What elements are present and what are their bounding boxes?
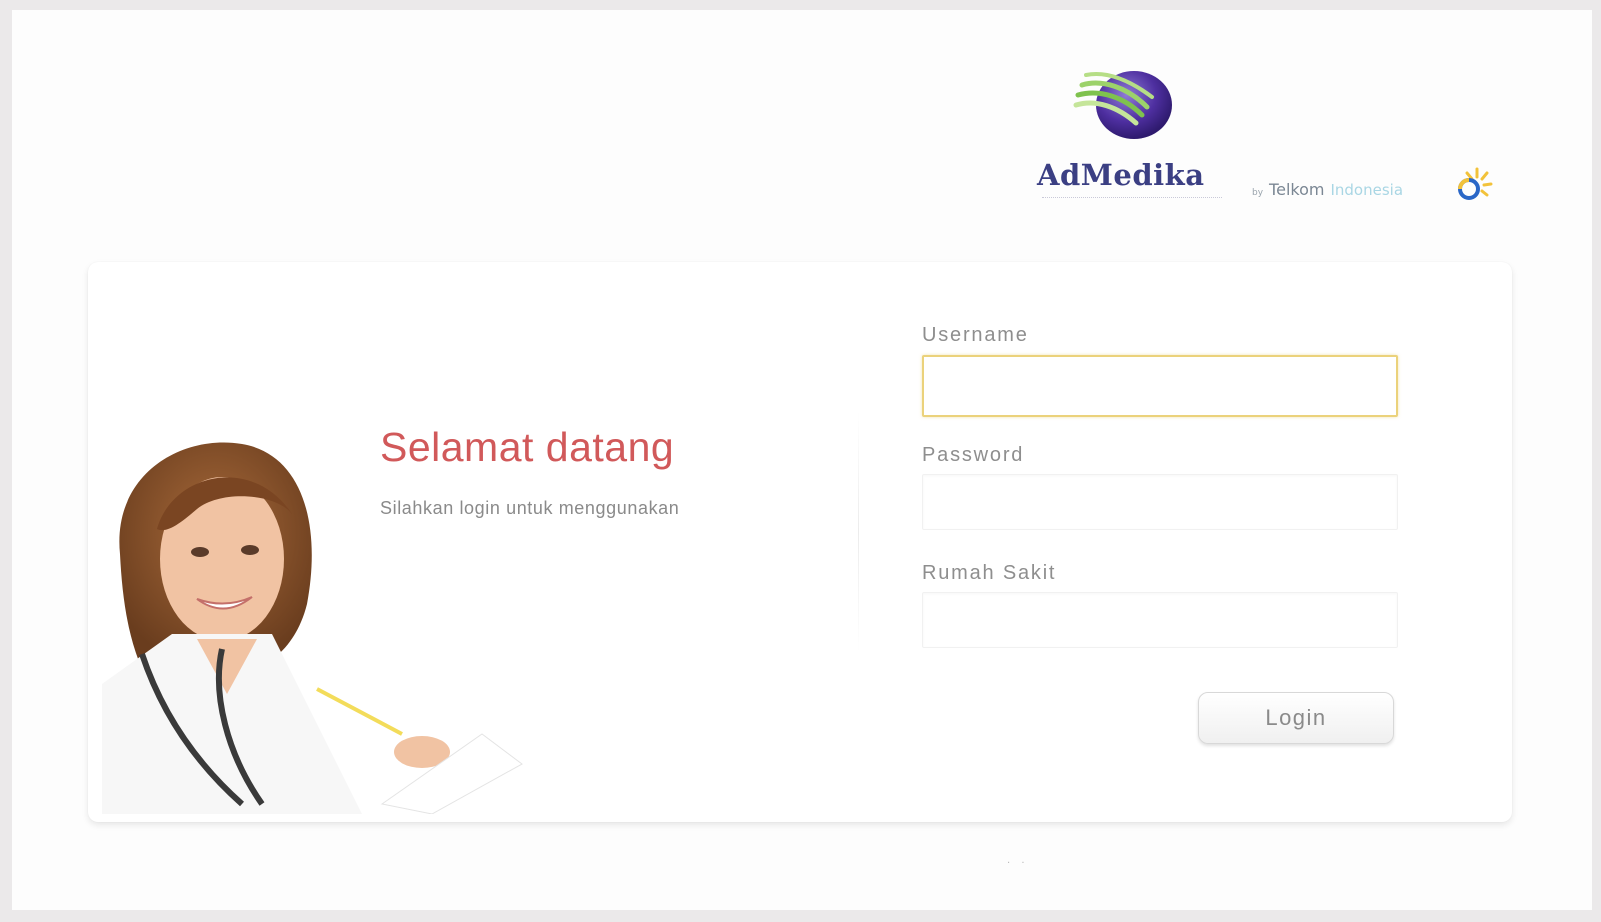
password-label: Password — [922, 444, 1025, 466]
brand-name: AdMedika — [1037, 158, 1205, 192]
login-card: Selamat datang Silahkan login untuk meng… — [88, 262, 1512, 822]
doctor-photo — [102, 442, 523, 814]
admedika-globe-logo-icon — [1073, 71, 1172, 139]
footer-dots: . . — [1007, 855, 1029, 866]
login-button[interactable]: Login — [1198, 692, 1394, 744]
partner-telkom: Telkom — [1269, 180, 1325, 199]
login-screen: AdMedika by Telkom Indonesia Selamat dat… — [12, 10, 1592, 910]
username-label: Username — [922, 324, 1029, 346]
hospital-input[interactable] — [922, 592, 1398, 648]
password-input[interactable] — [922, 474, 1398, 530]
welcome-subtitle: Silahkan login untuk menggunakan — [380, 498, 680, 518]
partner-logo-text: by Telkom Indonesia — [1252, 180, 1403, 199]
telkom-sun-icon — [1458, 167, 1493, 200]
panel-divider — [858, 412, 859, 652]
welcome-title: Selamat datang — [380, 424, 675, 470]
username-input[interactable] — [922, 355, 1398, 417]
hospital-label: Rumah Sakit — [922, 562, 1057, 584]
partner-by: by — [1252, 188, 1264, 198]
partner-indonesia: Indonesia — [1330, 181, 1404, 199]
brand-underline — [1042, 197, 1222, 200]
